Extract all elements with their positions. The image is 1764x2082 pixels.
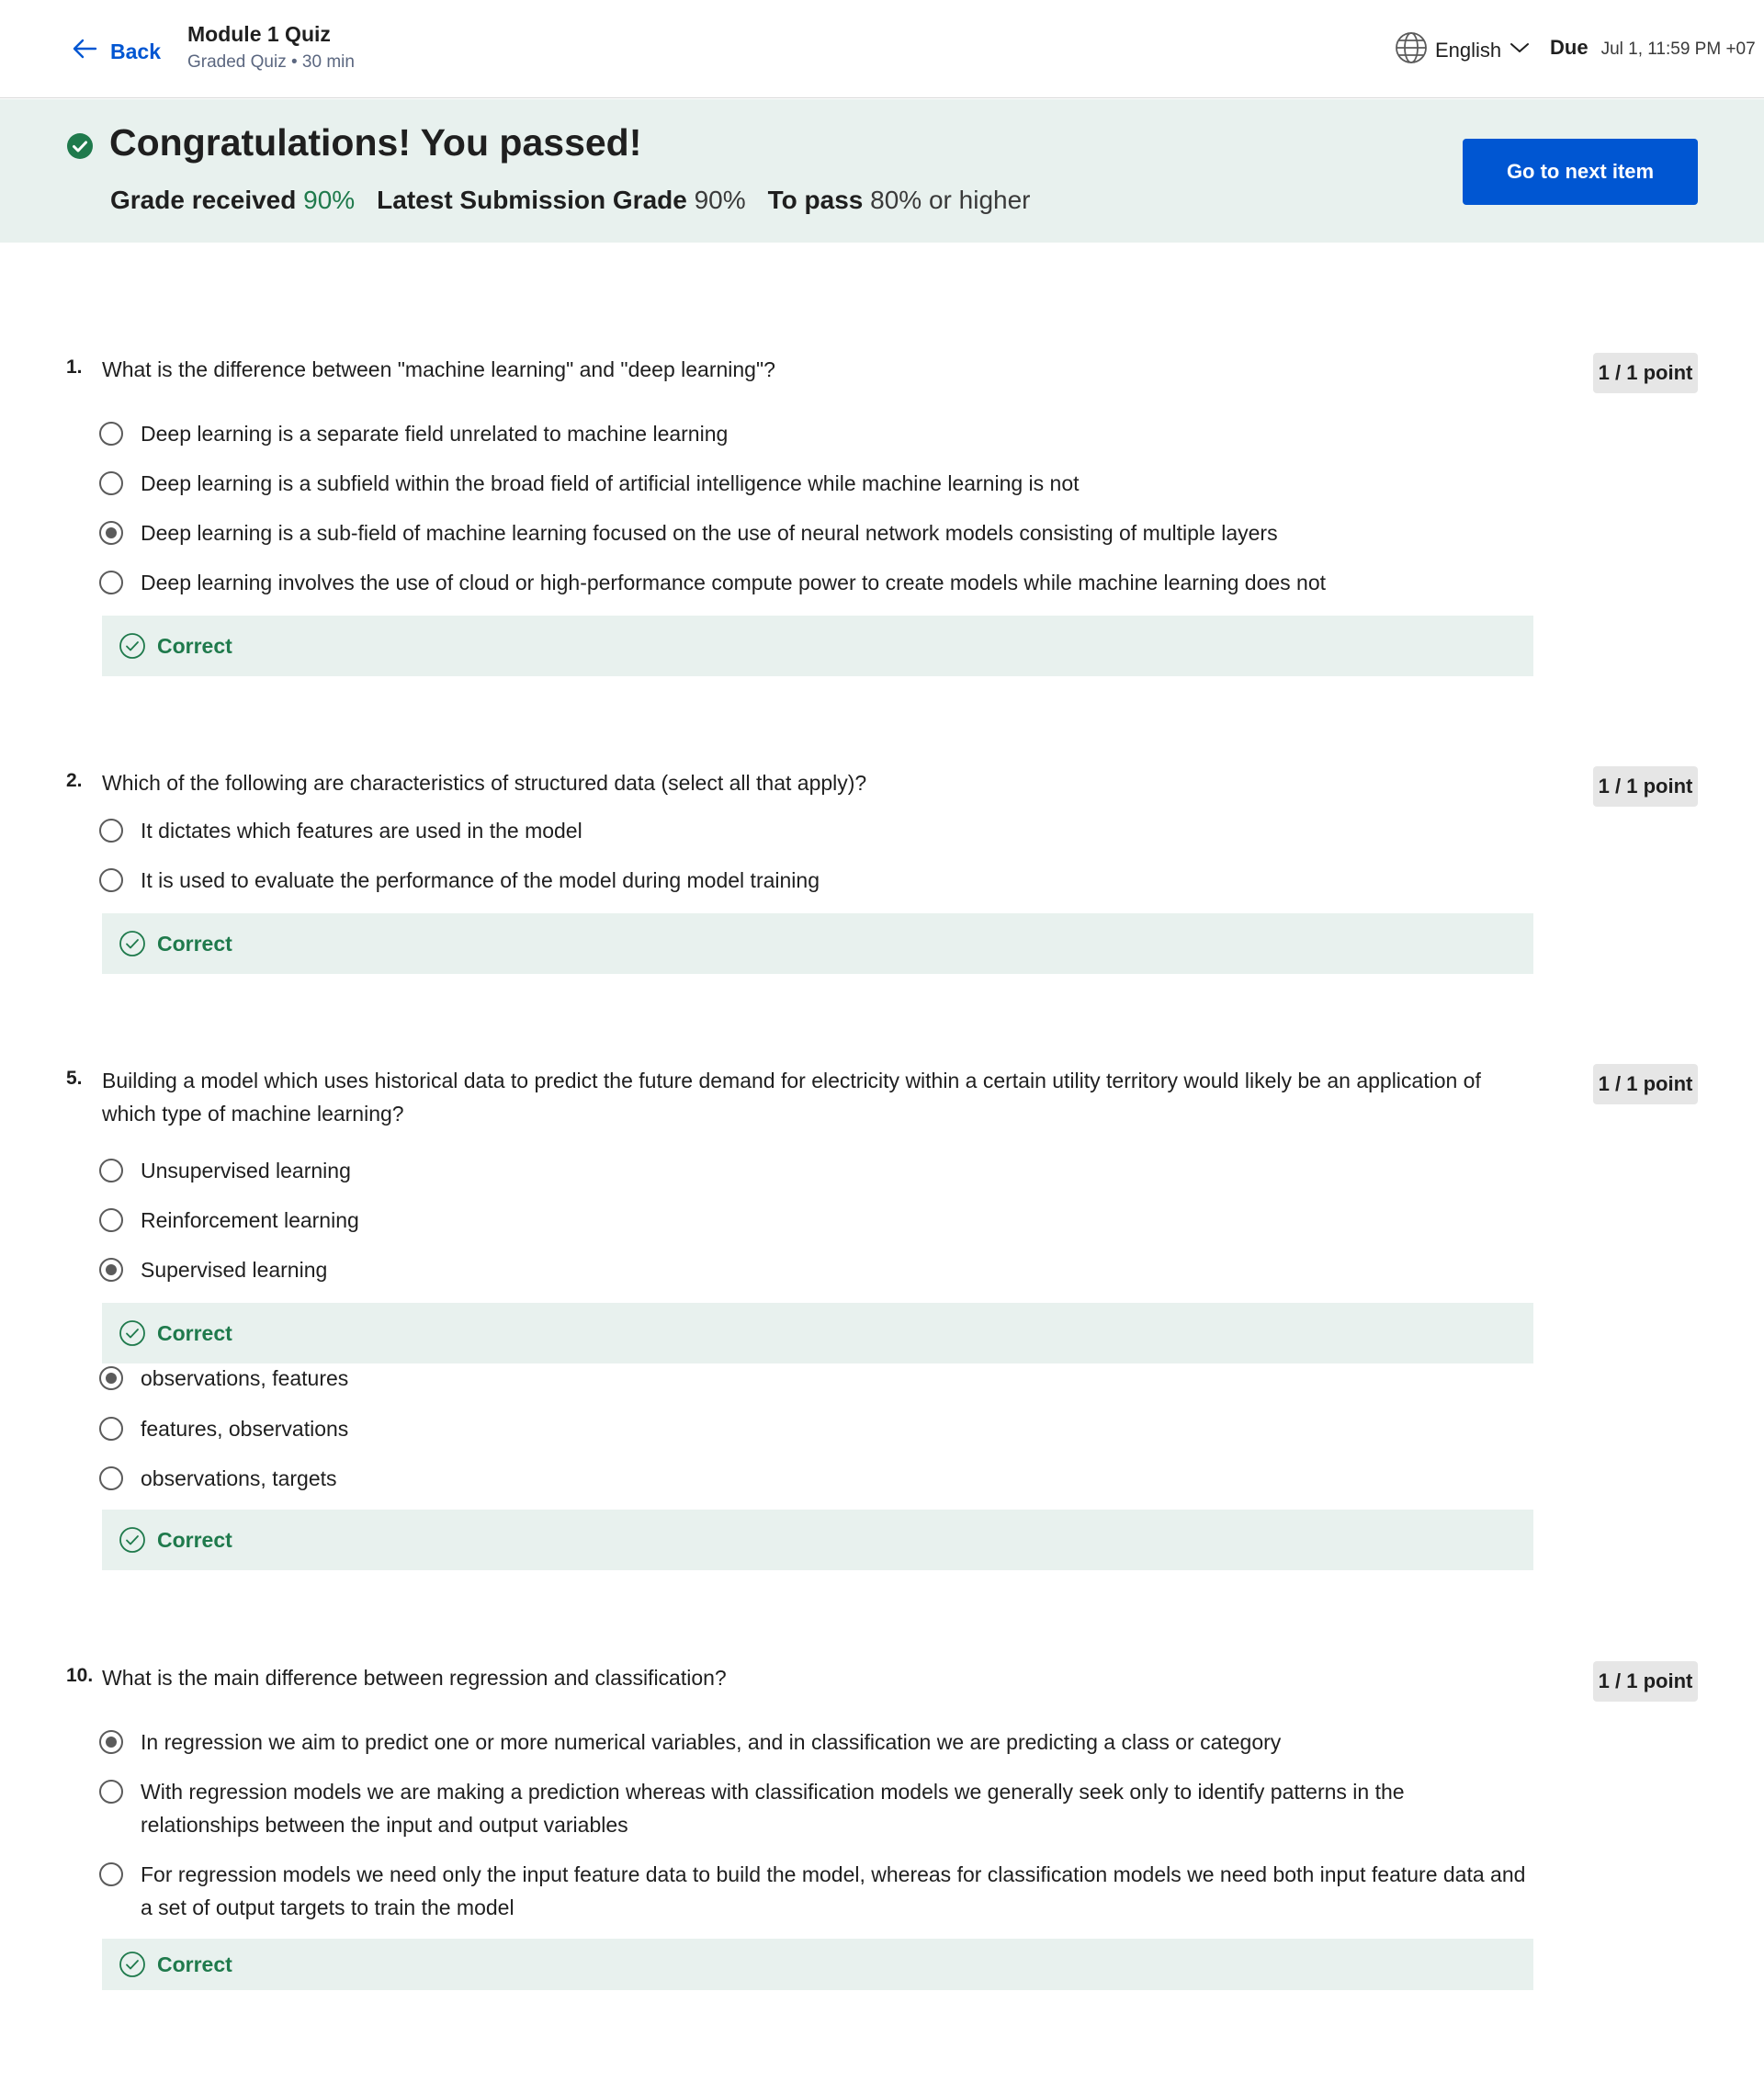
question-text: What is the main difference between regr… [102, 1666, 727, 1690]
answer-label: For regression models we need only the i… [141, 1862, 1526, 1919]
answer-label: features, observations [141, 1417, 349, 1441]
back-button[interactable]: Back [70, 34, 161, 69]
question-number: 2. [66, 770, 83, 791]
answer-option[interactable]: It is used to evaluate the performance o… [99, 866, 1528, 897]
radio-button[interactable] [99, 422, 123, 446]
check-circle-outline-icon [119, 1951, 146, 1978]
quiz-subtitle: Graded Quiz • 30 min [187, 52, 355, 72]
answer-label: Reinforcement learning [141, 1208, 359, 1232]
answer-option[interactable]: Unsupervised learning [99, 1156, 1528, 1187]
check-circle-icon [66, 132, 94, 160]
answer-label: In regression we aim to predict one or m… [141, 1730, 1282, 1754]
radio-button[interactable] [99, 819, 123, 843]
question-text: Building a model which uses historical d… [102, 1069, 1481, 1126]
grade-received-value: 90% [303, 186, 356, 214]
latest-grade: Latest Submission Grade 90% [377, 186, 745, 215]
back-label: Back [110, 39, 161, 63]
radio-button-selected[interactable] [99, 1730, 123, 1754]
points-badge: 1 / 1 point [1593, 1661, 1698, 1702]
feedback-label: Correct [157, 1320, 232, 1345]
answer-label: Supervised learning [141, 1258, 328, 1282]
radio-button[interactable] [99, 571, 123, 594]
question-number: 5. [66, 1068, 83, 1089]
radio-button[interactable] [99, 1466, 123, 1490]
correct-feedback: Correct [102, 913, 1533, 974]
due-value: Jul 1, 11:59 PM +07 [1600, 40, 1756, 59]
question-text: What is the difference between "machine … [102, 357, 775, 381]
answer-label: Unsupervised learning [141, 1159, 351, 1182]
points-badge: 1 / 1 point [1593, 353, 1698, 393]
radio-button[interactable] [99, 1862, 123, 1886]
grade-received: Grade received 90% [110, 186, 355, 215]
quiz-title-block: Module 1 Quiz Graded Quiz • 30 min [187, 22, 355, 73]
radio-button-selected[interactable] [99, 1366, 123, 1390]
question-number: 1. [66, 356, 83, 378]
correct-feedback: Correct [102, 1303, 1533, 1363]
question-number: 10. [66, 1665, 94, 1686]
answer-option[interactable]: Reinforcement learning [99, 1205, 1528, 1237]
answer-option[interactable]: Deep learning is a subfield within the b… [99, 469, 1528, 500]
answer-option[interactable]: With regression models we are making a p… [99, 1777, 1528, 1841]
feedback-label: Correct [157, 633, 232, 658]
feedback-label: Correct [157, 1527, 232, 1552]
due-date: Due Jul 1, 11:59 PM +07 [1550, 36, 1756, 60]
answer-label: Deep learning involves the use of cloud … [141, 571, 1327, 594]
quiz-title: Module 1 Quiz [187, 22, 331, 46]
answer-option[interactable]: It dictates which features are used in t… [99, 816, 1528, 847]
check-circle-outline-icon [119, 1526, 146, 1554]
answer-option[interactable]: Deep learning is a sub-field of machine … [99, 518, 1528, 549]
answer-option[interactable]: Deep learning is a separate field unrela… [99, 419, 1528, 450]
pass-title: Congratulations! You passed! [109, 121, 642, 164]
grade-received-label: Grade received [110, 186, 297, 214]
language-label: English [1435, 39, 1502, 62]
to-pass: To pass 80% or higher [768, 186, 1031, 215]
correct-feedback: Correct [102, 1510, 1533, 1570]
radio-button-selected[interactable] [99, 521, 123, 545]
answer-option[interactable]: Supervised learning [99, 1255, 1528, 1286]
answer-option[interactable]: Deep learning involves the use of cloud … [99, 568, 1528, 599]
chevron-down-icon [1509, 37, 1531, 64]
check-circle-outline-icon [119, 930, 146, 957]
feedback-label: Correct [157, 1952, 232, 1976]
check-circle-outline-icon [119, 632, 146, 660]
feedback-label: Correct [157, 931, 232, 956]
latest-grade-label: Latest Submission Grade [377, 186, 687, 214]
answer-label: Deep learning is a sub-field of machine … [141, 521, 1278, 545]
radio-button[interactable] [99, 1780, 123, 1804]
answer-label: With regression models we are making a p… [141, 1780, 1405, 1837]
question-text: Which of the following are characteristi… [102, 771, 867, 795]
arrow-left-icon [70, 34, 99, 69]
correct-feedback: Correct [102, 1939, 1533, 1990]
top-header: Back Module 1 Quiz Graded Quiz • 30 min … [0, 0, 1764, 98]
answer-option[interactable]: In regression we aim to predict one or m… [99, 1727, 1528, 1759]
radio-button[interactable] [99, 1208, 123, 1232]
answer-label: Deep learning is a subfield within the b… [141, 471, 1080, 495]
radio-button-selected[interactable] [99, 1258, 123, 1282]
answer-option[interactable]: features, observations [99, 1414, 1528, 1445]
correct-feedback: Correct [102, 616, 1533, 676]
radio-button[interactable] [99, 868, 123, 892]
to-pass-label: To pass [767, 186, 864, 214]
latest-grade-value: 90% [694, 186, 746, 214]
answer-option[interactable]: For regression models we need only the i… [99, 1860, 1528, 1924]
globe-icon [1395, 31, 1428, 70]
radio-button[interactable] [99, 1159, 123, 1182]
answer-label: observations, targets [141, 1466, 337, 1490]
due-label: Due [1550, 36, 1589, 59]
answer-label: Deep learning is a separate field unrela… [141, 422, 729, 446]
radio-button[interactable] [99, 1417, 123, 1441]
radio-button[interactable] [99, 471, 123, 495]
answer-option[interactable]: observations, features [99, 1363, 1528, 1395]
answer-option[interactable]: observations, targets [99, 1464, 1528, 1495]
answer-label: It is used to evaluate the performance o… [141, 868, 820, 892]
points-badge: 1 / 1 point [1593, 1064, 1698, 1104]
grade-summary: Grade received 90% Latest Submission Gra… [110, 186, 1031, 215]
answer-label: observations, features [141, 1366, 349, 1390]
go-to-next-item-button[interactable]: Go to next item [1463, 139, 1698, 205]
points-badge: 1 / 1 point [1593, 766, 1698, 807]
answer-label: It dictates which features are used in t… [141, 819, 582, 843]
check-circle-outline-icon [119, 1319, 146, 1347]
language-selector[interactable]: English [1395, 31, 1531, 70]
to-pass-value: 80% or higher [870, 186, 1031, 214]
